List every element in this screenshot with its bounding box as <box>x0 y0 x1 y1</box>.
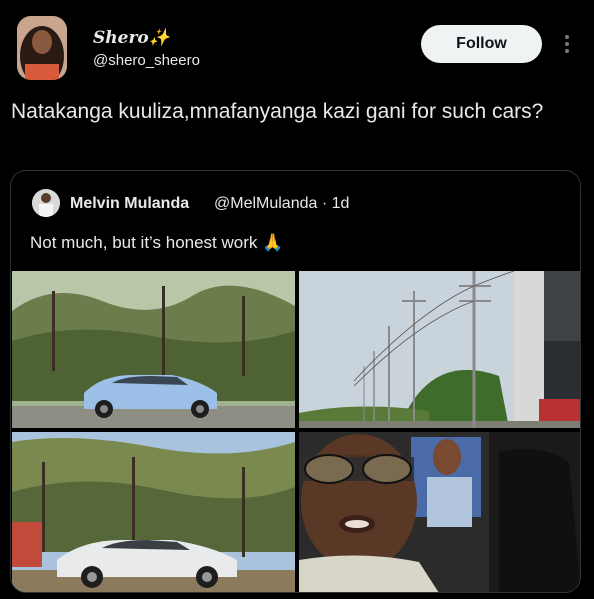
quoted-tweet-text: Not much, but it’s honest work 🙏 <box>30 233 284 252</box>
author-handle[interactable]: @shero_sheero <box>93 52 200 69</box>
photo-power-lines[interactable] <box>299 271 580 428</box>
quoted-author-name[interactable]: Melvin Mulanda <box>70 195 189 213</box>
photo-selfie[interactable] <box>299 432 580 592</box>
more-vertical-icon[interactable] <box>562 34 572 54</box>
quoted-author-avatar[interactable] <box>32 189 60 217</box>
photo-blue-car[interactable] <box>12 271 295 428</box>
tweet-text: Natakanga kuuliza,mnafanyanga kazi gani … <box>11 100 544 123</box>
quoted-tweet[interactable]: Melvin Mulanda @MelMulanda · 1d Not much… <box>10 170 581 593</box>
quoted-author-handle[interactable]: @MelMulanda · 1d <box>214 195 349 213</box>
tweet-header: Shero✨ @shero_sheero Follow <box>0 0 594 90</box>
author-avatar[interactable] <box>17 16 67 80</box>
follow-button[interactable]: Follow <box>421 25 542 63</box>
author-display-name[interactable]: Shero✨ <box>93 28 170 48</box>
photo-silver-car[interactable] <box>12 432 295 592</box>
